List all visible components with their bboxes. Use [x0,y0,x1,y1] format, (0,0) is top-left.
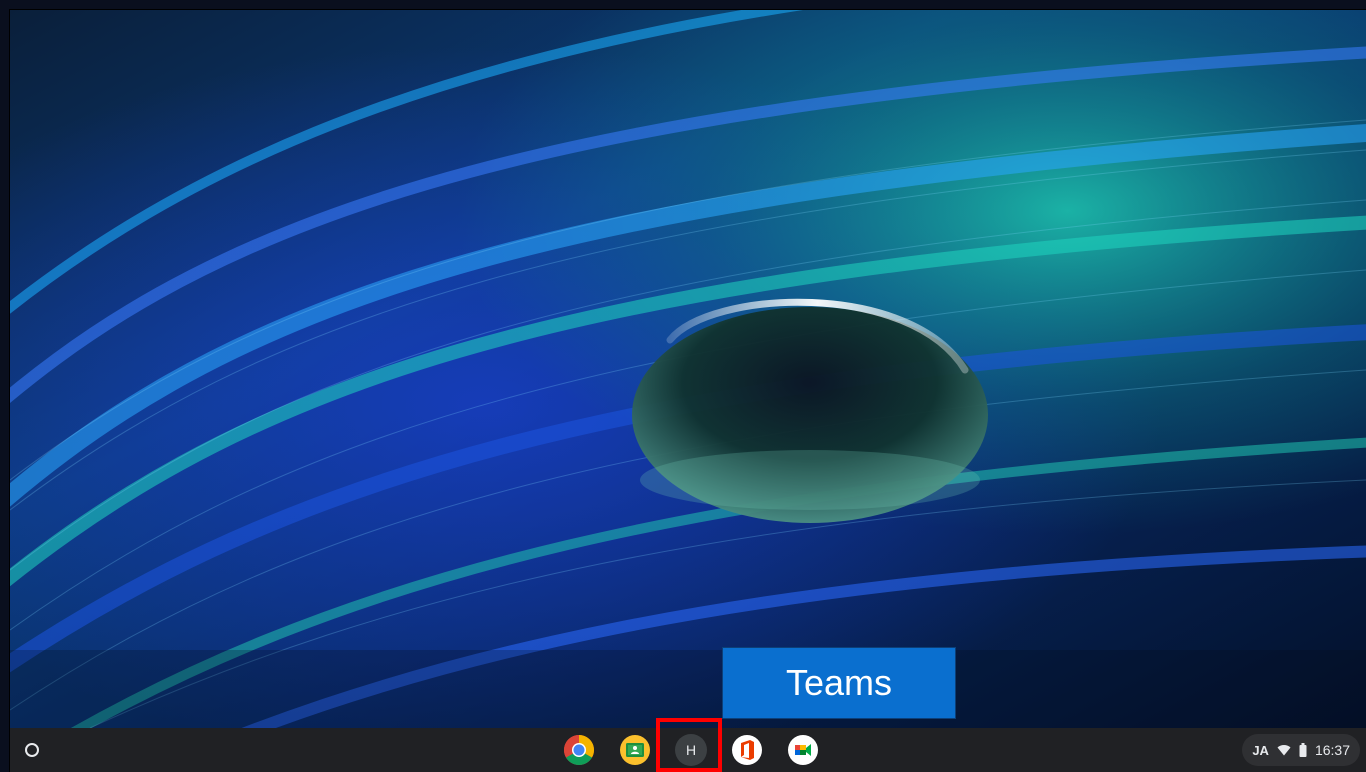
teams-callout-label: Teams [722,647,956,719]
classroom-icon [620,735,650,765]
clock-time: 16:37 [1314,742,1350,758]
office-icon [732,735,762,765]
chrome-app-button[interactable] [563,734,595,766]
wallpaper-feather-drop-image [10,10,1366,728]
launcher-button[interactable] [22,740,42,760]
classroom-app-button[interactable] [619,734,651,766]
status-tray[interactable]: JA 16:37 [1242,734,1360,766]
meet-app-button[interactable] [787,734,819,766]
shelf: H JA 16:37 [10,728,1366,772]
wifi-icon [1277,745,1291,756]
letter-avatar-icon: H [685,742,697,758]
meet-icon [788,735,818,765]
battery-icon [1299,743,1307,757]
desktop-screen: H JA 16:37 Teams [0,0,1366,772]
wallpaper [10,10,1366,728]
office-app-button[interactable] [731,734,763,766]
ime-indicator: JA [1252,742,1269,758]
launcher-circle-icon [25,743,39,757]
chrome-icon [563,735,595,766]
teams-app-button[interactable]: H [675,734,707,766]
